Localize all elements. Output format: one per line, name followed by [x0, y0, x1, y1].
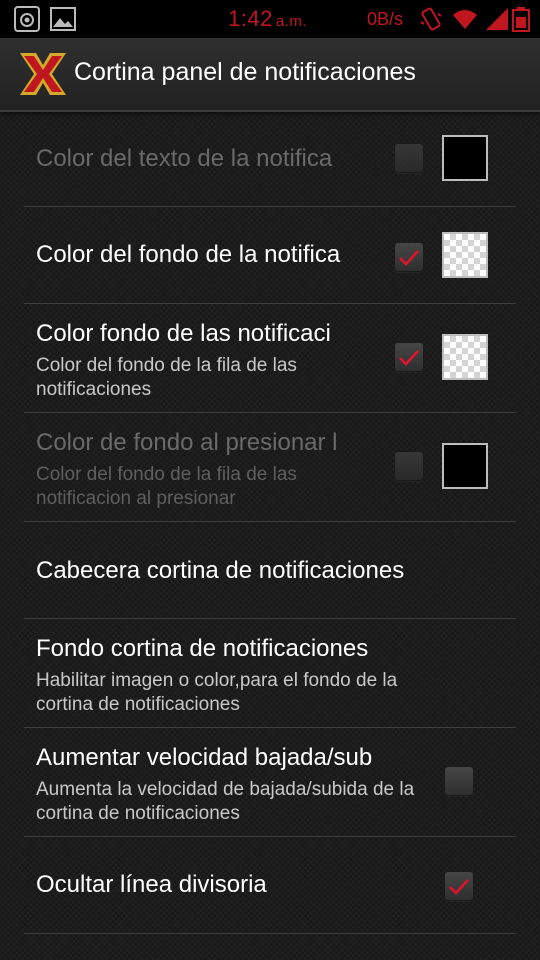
pref-checkbox	[394, 143, 424, 173]
pref-pressed-background-color: Color de fondo al presionar l Color del …	[24, 413, 516, 522]
app-x-logo-icon	[20, 53, 66, 95]
check-icon	[449, 879, 469, 895]
pref-title: Color fondo de las notificaci	[36, 320, 331, 347]
pref-panel-background[interactable]: Fondo cortina de notificaciones Habilita…	[24, 619, 516, 728]
pref-text-color: Color del texto de la notifica	[24, 110, 516, 207]
page-title: Cortina panel de notificaciones	[74, 58, 416, 86]
color-swatch	[442, 443, 488, 489]
pref-background-color[interactable]: Color del fondo de la notifica	[24, 207, 516, 304]
pref-checkbox[interactable]	[444, 871, 474, 901]
pref-summary: Habilitar imagen o color,para el fondo d…	[36, 670, 398, 715]
pref-title: Cabecera cortina de notificaciones	[36, 557, 405, 584]
battery-icon	[512, 7, 530, 32]
color-swatch[interactable]	[442, 334, 488, 380]
status-bar: 1:42 a.m. 0B/s	[0, 0, 540, 38]
pref-checkbox	[394, 451, 424, 481]
wifi-icon	[453, 10, 477, 29]
pref-title: Ocultar línea divisoria	[36, 871, 267, 898]
pref-title: Color del fondo de la notifica	[36, 241, 341, 268]
pref-checkbox[interactable]	[444, 766, 474, 796]
pref-title: Fondo cortina de notificaciones	[36, 635, 369, 662]
pref-title: Aumentar velocidad bajada/sub	[36, 744, 373, 771]
pref-row-background-color[interactable]: Color fondo de las notificaci Color del …	[24, 304, 516, 413]
check-icon	[399, 350, 419, 366]
pref-checkbox[interactable]	[394, 242, 424, 272]
pref-summary: Color del fondo de la fila de las notifi…	[36, 355, 297, 400]
signal-icon	[486, 8, 508, 30]
pref-panel-header[interactable]: Cabecera cortina de notificaciones	[24, 522, 516, 619]
pref-title: Color del texto de la notifica	[36, 145, 333, 172]
pref-checkbox[interactable]	[394, 342, 424, 372]
vibrate-icon	[420, 7, 442, 31]
pref-summary: Color del fondo de la fila de las notifi…	[36, 464, 297, 509]
pref-summary: Aumenta la velocidad de bajada/subida de…	[36, 779, 415, 824]
pref-title: Color de fondo al presionar l	[36, 429, 338, 456]
action-bar: Cortina panel de notificaciones	[0, 38, 540, 112]
screenshot-icon	[14, 6, 40, 32]
pref-hide-divider[interactable]: Ocultar línea divisoria	[24, 837, 516, 934]
image-icon	[50, 7, 76, 31]
clock: 1:42 a.m.	[228, 6, 308, 31]
color-swatch[interactable]	[442, 232, 488, 278]
pref-increase-speed[interactable]: Aumentar velocidad bajada/sub Aumenta la…	[24, 728, 516, 837]
check-icon	[399, 250, 419, 266]
color-swatch	[442, 135, 488, 181]
network-speed: 0B/s	[367, 9, 404, 29]
